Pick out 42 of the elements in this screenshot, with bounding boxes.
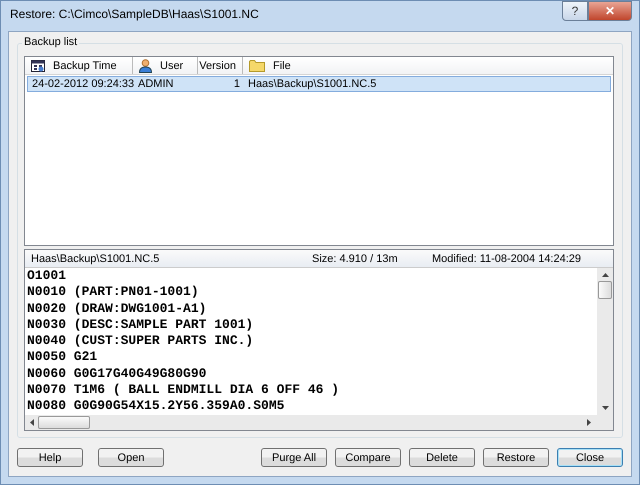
column-header[interactable]: Version [198, 57, 243, 74]
dialog-button[interactable]: Help [17, 448, 83, 467]
modified-date: Modified: 11-08-2004 14:24:29 [432, 252, 582, 264]
left-arrow-icon[interactable] [30, 419, 34, 426]
dialog-button[interactable]: Restore [483, 448, 549, 467]
table-cell-text: Haas\Backup\S1001.NC.5 [247, 78, 378, 90]
dialog-button[interactable]: Compare [335, 448, 401, 467]
file-path: Haas\Backup\S1001.NC.5 [31, 252, 160, 264]
user-icon [139, 58, 152, 72]
code-line: N0030 (DESC:SAMPLE PART 1001) [27, 316, 254, 334]
dialog-button[interactable]: Open [98, 448, 164, 467]
calendar-icon [31, 59, 45, 72]
column-header[interactable]: Backup Time [25, 57, 133, 74]
code-line: N0040 (CUST:SUPER PARTS INC.) [27, 333, 254, 350]
code-line: N0010 (PART:PN01-1001) [27, 284, 200, 301]
code-line: O1001 [27, 268, 68, 284]
code-line: N0050 G21 [27, 349, 98, 366]
code-line: N0070 T1M6 ( BALL ENDMILL DIA 6 OFF 46 ) [27, 382, 340, 398]
window-title: Restore: C:\Cimco\SampleDB\Haas\S1001.NC [9, 6, 259, 21]
column-header[interactable]: File [243, 57, 613, 74]
code-line: N0020 (DRAW:DWG1001-A1) [27, 300, 208, 317]
right-arrow-icon[interactable] [587, 419, 591, 426]
dialog-button[interactable]: Purge All [261, 448, 327, 467]
table-cell-text: 24-02-2012 09:24:33 [31, 78, 134, 90]
down-arrow-icon[interactable] [602, 406, 608, 410]
folder-icon [249, 59, 265, 72]
file-size: Size: 4.910 / 13m [312, 252, 399, 264]
column-header[interactable]: User [133, 57, 198, 74]
help-button[interactable]: ? [562, 1, 588, 21]
up-arrow-icon[interactable] [602, 273, 608, 277]
scroll-thumb[interactable] [598, 281, 612, 299]
scroll-thumb[interactable] [38, 416, 90, 429]
group-label: Backup list [22, 36, 80, 48]
table-cell-text: ADMIN [137, 78, 174, 90]
list-row[interactable]: 24-02-2012 09:24:33 ADMIN 1 Haas\Backup\S1001.NC.5 [27, 76, 611, 92]
code-line: N0060 G0G17G40G49G80G90 [27, 366, 208, 382]
vertical-scrollbar[interactable] [597, 268, 613, 415]
horizontal-scrollbar[interactable] [25, 415, 613, 430]
dialog-button[interactable]: Delete [409, 448, 475, 467]
code-line: N0080 G0G90G54X15.2Y56.359A0.S0M5 [27, 398, 286, 415]
table-cell-text: 1 [232, 78, 241, 90]
dialog-button[interactable]: Close [557, 448, 623, 467]
